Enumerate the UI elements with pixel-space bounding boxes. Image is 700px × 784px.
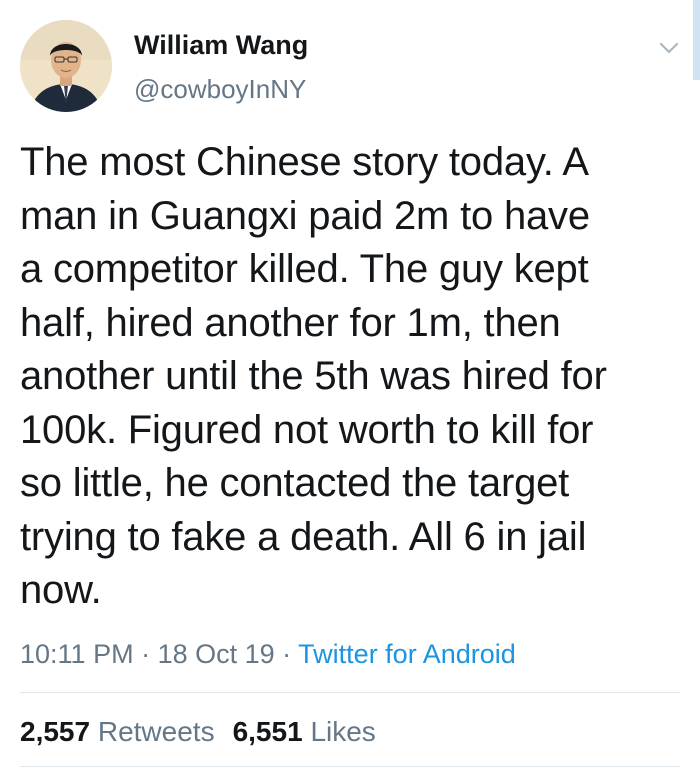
meta-separator: · [274,639,299,669]
tweet: William Wang @cowboyInNY The most Chines… [0,0,700,784]
chevron-down-icon[interactable] [655,34,683,62]
author-display-name[interactable]: William Wang [134,28,308,62]
likes-stat[interactable]: 6,551 Likes [233,716,376,747]
retweets-count: 2,557 [20,716,91,747]
author-block[interactable]: William Wang @cowboyInNY [134,28,308,106]
retweets-label: Retweets [97,716,215,747]
tweet-time[interactable]: 10:11 PM [20,639,134,669]
tweet-text: The most Chinese story today. A man in G… [20,140,607,612]
likes-label: Likes [310,716,376,747]
likes-count: 6,551 [232,716,303,747]
retweets-stat[interactable]: 2,557 Retweets [20,716,215,747]
avatar-image [20,20,112,112]
tweet-date[interactable]: 18 Oct 19 [158,639,275,669]
avatar[interactable] [20,20,112,112]
meta-separator: · [133,639,158,669]
author-handle[interactable]: @cowboyInNY [134,72,308,106]
scrollbar[interactable] [693,0,700,80]
divider [20,692,680,693]
tweet-source-link[interactable]: Twitter for Android [298,639,516,669]
tweet-meta: 10:11 PM · 18 Oct 19 · Twitter for Andro… [20,634,516,674]
divider [20,766,680,767]
tweet-stats: 2,557 Retweets 6,551 Likes [20,712,376,752]
